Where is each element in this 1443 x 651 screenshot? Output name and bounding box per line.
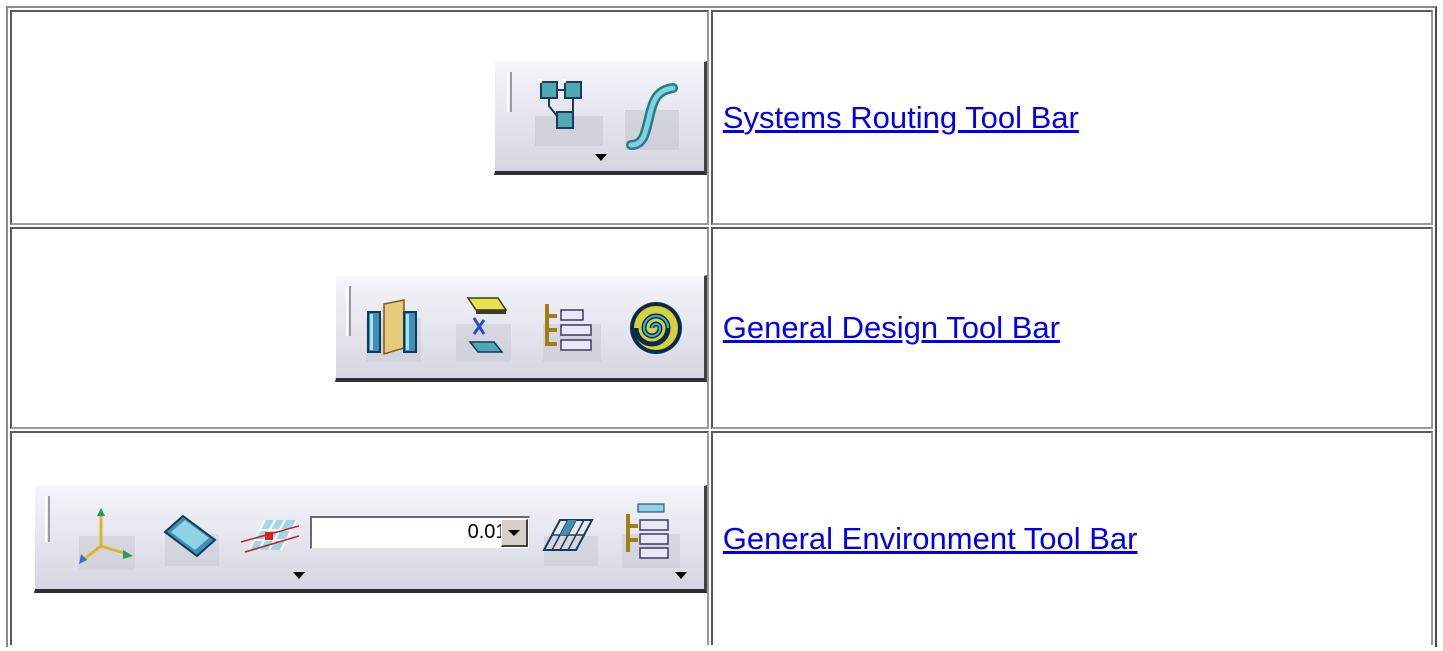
grid-plane-icon[interactable] [540,510,600,568]
general-environment-toolbar: 0.01 m [33,485,707,593]
toolbar-image-cell [10,10,709,225]
general-design-toolbar-link[interactable]: General Design Tool Bar [719,310,1060,345]
plane-icon[interactable] [161,510,221,568]
dropdown-arrow-icon[interactable] [594,153,607,161]
systems-routing-toolbar-link[interactable]: Systems Routing Tool Bar [719,100,1079,135]
spiral-icon[interactable] [628,298,688,360]
toolbar-grip[interactable] [44,496,50,542]
dropdown-arrow-icon[interactable] [292,572,305,579]
toolbar-link-cell: General Design Tool Bar [710,227,1433,429]
general-design-toolbar [334,274,707,382]
general-environment-toolbar-link[interactable]: General Environment Tool Bar [719,521,1138,556]
routing-network-icon[interactable] [534,76,605,151]
toolbar-link-cell: Systems Routing Tool Bar [710,10,1433,225]
combo-dropdown-button[interactable] [500,519,528,547]
build-part-icon[interactable] [364,298,424,364]
grid-spacing-combo[interactable]: 0.01 m [309,516,530,549]
toolbar-grip[interactable] [345,285,351,336]
toolbar-link-cell: General Environment Tool Bar [710,431,1433,645]
table-row: General Design Tool Bar [10,227,1433,429]
hierarchy-tree-icon[interactable] [541,298,603,364]
toolbar-image-cell: 0.01 m [10,431,709,645]
dropdown-arrow-icon[interactable] [674,572,687,579]
table-row: Systems Routing Tool Bar [10,10,1433,225]
toolbar-grip[interactable] [506,71,512,112]
toolbar-reference-table: Systems Routing Tool Bar General Design … [6,6,1437,647]
toolbar-image-cell [10,227,709,429]
systems-routing-toolbar [493,60,707,175]
grid-snap-icon[interactable] [239,506,299,568]
route-pipe-icon[interactable] [623,80,683,155]
place-part-icon[interactable] [454,296,514,364]
axis-system-icon[interactable] [75,506,137,572]
tree-view-icon[interactable] [620,500,682,570]
table-row: 0.01 m General Environment Tool Bar [10,431,1433,645]
